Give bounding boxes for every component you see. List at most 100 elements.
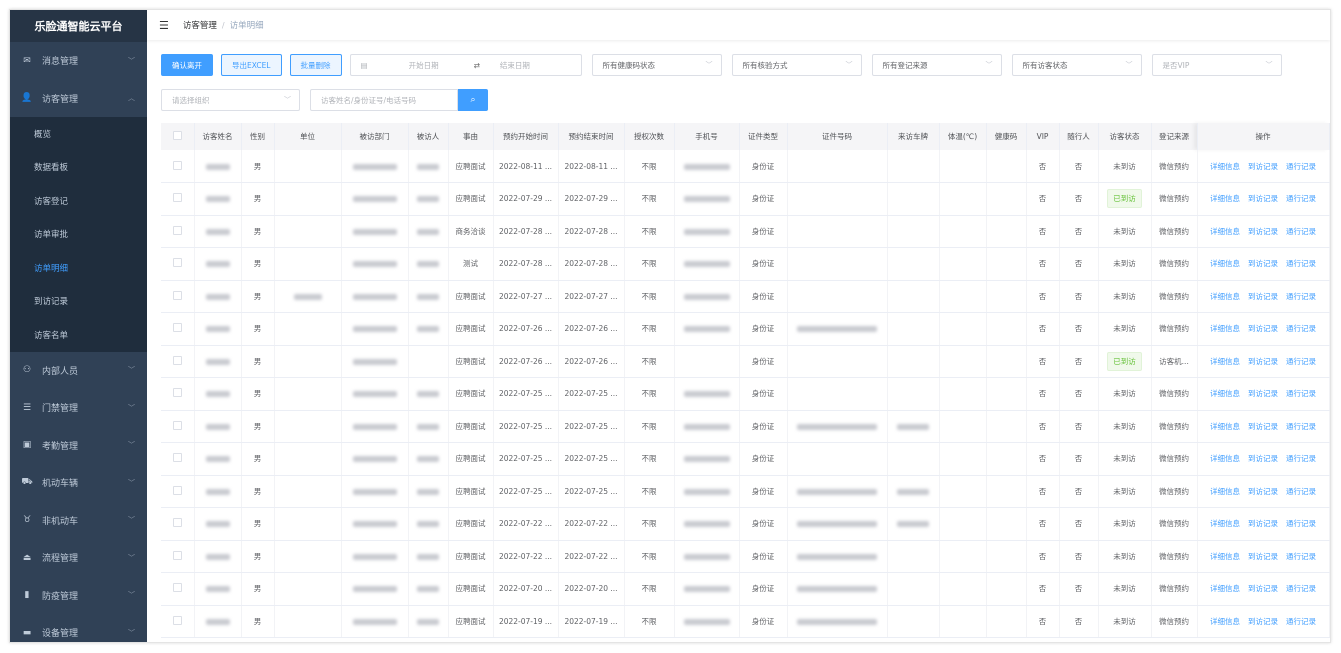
start-date-input[interactable]: 开始日期 bbox=[394, 60, 454, 71]
search-button[interactable]: ⌕ bbox=[458, 89, 488, 111]
action-link-0[interactable]: 详细信息 bbox=[1210, 357, 1240, 366]
table-row[interactable]: 男 应聘面试 2022-07-25 ... 2022-07-25 ... 不限 身份证… bbox=[161, 377, 1330, 411]
date-range-picker[interactable]: ▤ 开始日期 ⇄ 结束日期 bbox=[349, 54, 582, 76]
select-all-checkbox[interactable] bbox=[161, 123, 195, 150]
action-link-1[interactable]: 到访记录 bbox=[1248, 487, 1278, 496]
sidebar-item-9[interactable]: ▬ 设备管理 ﹀ bbox=[10, 614, 147, 642]
search-input[interactable]: 访客姓名/身份证号/电话号码 bbox=[310, 89, 458, 111]
filter-select[interactable]: 所有访客状态 ﹀ bbox=[1011, 54, 1142, 76]
table-row[interactable]: 男 应聘面试 2022-07-26 ... 2022-07-26 ... 不限 身份证… bbox=[161, 345, 1330, 378]
action-link-2[interactable]: 通行记录 bbox=[1286, 519, 1316, 528]
action-link-1[interactable]: 到访记录 bbox=[1248, 584, 1278, 593]
action-link-0[interactable]: 详细信息 bbox=[1210, 324, 1240, 333]
row-checkbox[interactable] bbox=[172, 290, 182, 300]
action-link-1[interactable]: 到访记录 bbox=[1248, 324, 1278, 333]
end-date-input[interactable]: 结束日期 bbox=[500, 60, 530, 71]
action-link-0[interactable]: 详细信息 bbox=[1210, 454, 1240, 463]
row-checkbox[interactable] bbox=[172, 193, 182, 203]
table-row[interactable]: 男 商务洽谈 2022-07-28 ... 2022-07-28 ... 不限 身份证… bbox=[161, 215, 1330, 248]
table-row[interactable]: 男 应聘面试 2022-07-25 ... 2022-07-25 ... 不限 身份证… bbox=[161, 410, 1330, 443]
table-row[interactable]: 男 应聘面试 2022-07-20 ... 2022-07-20 ... 不限 身份证… bbox=[161, 572, 1330, 606]
action-link-2[interactable]: 通行记录 bbox=[1286, 259, 1316, 268]
table-row[interactable]: 男 应聘面试 2022-07-22 ... 2022-07-22 ... 不限 身份证… bbox=[161, 540, 1330, 573]
sidebar-item-3[interactable]: ☰ 门禁管理 ﹀ bbox=[10, 389, 147, 427]
action-link-0[interactable]: 详细信息 bbox=[1210, 194, 1240, 203]
submenu-item[interactable]: 数据看板 bbox=[10, 151, 147, 185]
org-select[interactable]: 请选择组织 ﹀ bbox=[161, 89, 300, 111]
filter-select[interactable]: 是否VIP ﹀ bbox=[1151, 54, 1282, 76]
action-link-1[interactable]: 到访记录 bbox=[1248, 422, 1278, 431]
row-checkbox[interactable] bbox=[172, 420, 182, 430]
action-link-0[interactable]: 详细信息 bbox=[1210, 487, 1240, 496]
row-checkbox[interactable] bbox=[172, 583, 182, 593]
filter-select[interactable]: 所有登记来源 ﹀ bbox=[871, 54, 1002, 76]
action-link-2[interactable]: 通行记录 bbox=[1286, 584, 1316, 593]
table-row[interactable]: 男 应聘面试 2022-07-19 ... 2022-07-19 ... 不限 身份证… bbox=[161, 605, 1330, 638]
action-link-0[interactable]: 详细信息 bbox=[1210, 584, 1240, 593]
sidebar-item-2[interactable]: ⚇ 内部人员 ﹀ bbox=[10, 352, 147, 390]
sidebar-item-7[interactable]: ⏏ 流程管理 ﹀ bbox=[10, 539, 147, 577]
filter-select[interactable]: 所有核验方式 ﹀ bbox=[731, 54, 862, 76]
table-row[interactable]: 男 应聘面试 2022-07-22 ... 2022-07-22 ... 不限 身份证… bbox=[161, 507, 1330, 541]
action-link-2[interactable]: 通行记录 bbox=[1286, 227, 1316, 236]
breadcrumb-item[interactable]: 访客管理 bbox=[183, 19, 217, 31]
action-link-2[interactable]: 通行记录 bbox=[1286, 422, 1316, 431]
row-checkbox[interactable] bbox=[172, 518, 182, 528]
batch-delete-button[interactable]: 批量删除 bbox=[289, 54, 342, 76]
sidebar-item-8[interactable]: ▮ 防疫管理 ﹀ bbox=[10, 577, 147, 615]
action-link-2[interactable]: 通行记录 bbox=[1286, 292, 1316, 301]
submenu-item[interactable]: 访单审批 bbox=[10, 218, 147, 252]
table-row[interactable]: 男 应聘面试 2022-07-25 ... 2022-07-25 ... 不限 身份证… bbox=[161, 442, 1330, 476]
action-link-1[interactable]: 到访记录 bbox=[1248, 617, 1278, 626]
action-link-1[interactable]: 到访记录 bbox=[1248, 519, 1278, 528]
table-row[interactable]: 男 应聘面试 2022-07-27 ... 2022-07-27 ... 不限 身份证… bbox=[161, 280, 1330, 313]
row-checkbox[interactable] bbox=[172, 323, 182, 333]
row-checkbox[interactable] bbox=[172, 258, 182, 268]
action-link-1[interactable]: 到访记录 bbox=[1248, 454, 1278, 463]
submenu-item[interactable]: 访单明细 bbox=[10, 251, 147, 285]
sidebar-item-4[interactable]: ▣ 考勤管理 ﹀ bbox=[10, 427, 147, 465]
action-link-0[interactable]: 详细信息 bbox=[1210, 162, 1240, 171]
action-link-0[interactable]: 详细信息 bbox=[1210, 259, 1240, 268]
sidebar-item-5[interactable]: ⛟ 机动车辆 ﹀ bbox=[10, 464, 147, 502]
action-link-2[interactable]: 通行记录 bbox=[1286, 552, 1316, 561]
action-link-2[interactable]: 通行记录 bbox=[1286, 324, 1316, 333]
action-link-2[interactable]: 通行记录 bbox=[1286, 162, 1316, 171]
action-link-1[interactable]: 到访记录 bbox=[1248, 389, 1278, 398]
action-link-2[interactable]: 通行记录 bbox=[1286, 389, 1316, 398]
row-checkbox[interactable] bbox=[172, 453, 182, 463]
action-link-1[interactable]: 到访记录 bbox=[1248, 227, 1278, 236]
submenu-item[interactable]: 访客登记 bbox=[10, 184, 147, 218]
action-link-0[interactable]: 详细信息 bbox=[1210, 292, 1240, 301]
row-checkbox[interactable] bbox=[172, 550, 182, 560]
table-row[interactable]: 男 应聘面试 2022-08-11 ... 2022-08-11 ... 不限 身份证… bbox=[161, 150, 1330, 183]
submenu-item[interactable]: 概览 bbox=[10, 117, 147, 151]
action-link-1[interactable]: 到访记录 bbox=[1248, 552, 1278, 561]
action-link-0[interactable]: 详细信息 bbox=[1210, 422, 1240, 431]
action-link-0[interactable]: 详细信息 bbox=[1210, 519, 1240, 528]
table-row[interactable]: 男 应聘面试 2022-07-25 ... 2022-07-25 ... 不限 身份证… bbox=[161, 475, 1330, 508]
action-link-0[interactable]: 详细信息 bbox=[1210, 227, 1240, 236]
action-link-2[interactable]: 通行记录 bbox=[1286, 617, 1316, 626]
action-link-2[interactable]: 通行记录 bbox=[1286, 357, 1316, 366]
row-checkbox[interactable] bbox=[172, 225, 182, 235]
confirm-leave-button[interactable]: 确认离开 bbox=[161, 54, 213, 76]
row-checkbox[interactable] bbox=[172, 160, 182, 170]
submenu-item[interactable]: 到访记录 bbox=[10, 285, 147, 319]
action-link-2[interactable]: 通行记录 bbox=[1286, 487, 1316, 496]
action-link-1[interactable]: 到访记录 bbox=[1248, 357, 1278, 366]
export-excel-button[interactable]: 导出EXCEL bbox=[221, 54, 282, 76]
action-link-1[interactable]: 到访记录 bbox=[1248, 292, 1278, 301]
action-link-2[interactable]: 通行记录 bbox=[1286, 194, 1316, 203]
action-link-0[interactable]: 详细信息 bbox=[1210, 389, 1240, 398]
action-link-1[interactable]: 到访记录 bbox=[1248, 162, 1278, 171]
hamburger-icon[interactable]: ☰ bbox=[159, 19, 169, 32]
row-checkbox[interactable] bbox=[172, 355, 182, 365]
sidebar-item-0[interactable]: ✉ 消息管理 ﹀ bbox=[10, 42, 147, 80]
filter-select[interactable]: 所有健康码状态 ﹀ bbox=[591, 54, 722, 76]
action-link-1[interactable]: 到访记录 bbox=[1248, 194, 1278, 203]
row-checkbox[interactable] bbox=[172, 615, 182, 625]
action-link-2[interactable]: 通行记录 bbox=[1286, 454, 1316, 463]
action-link-1[interactable]: 到访记录 bbox=[1248, 259, 1278, 268]
sidebar-item-6[interactable]: ♉ 非机动车 ﹀ bbox=[10, 502, 147, 540]
